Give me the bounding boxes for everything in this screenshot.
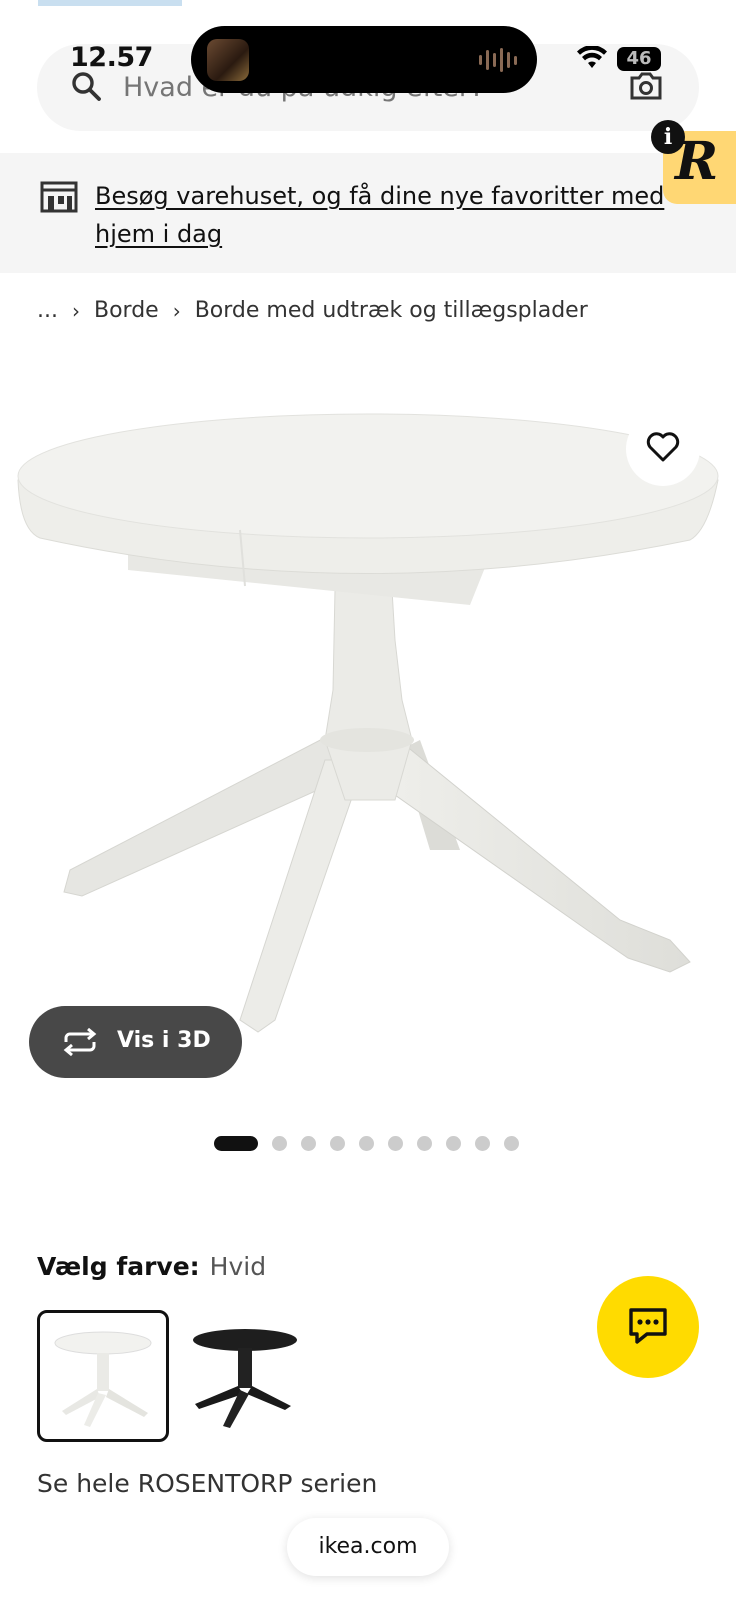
chevron-right-icon: › [172, 298, 181, 323]
breadcrumb-ellipsis[interactable]: ... [37, 298, 58, 323]
view-in-3d-button[interactable]: Vis i 3D [29, 1006, 242, 1078]
info-icon[interactable]: i [651, 120, 685, 154]
carousel-dot[interactable] [446, 1136, 461, 1151]
series-link[interactable]: Se hele ROSENTORP serien [37, 1469, 377, 1498]
carousel-dot[interactable] [504, 1136, 519, 1151]
now-playing-artwork [207, 39, 249, 81]
carousel-dot[interactable] [272, 1136, 287, 1151]
breadcrumb-item-extendable-tables[interactable]: Borde med udtræk og tillægsplader [195, 298, 588, 323]
carousel-dot[interactable] [330, 1136, 345, 1151]
search-icon [70, 70, 102, 106]
chevron-right-icon: › [71, 298, 80, 323]
carousel-dot[interactable] [475, 1136, 490, 1151]
browser-url-pill[interactable]: ikea.com [287, 1518, 449, 1576]
carousel-dot[interactable] [417, 1136, 432, 1151]
camera-icon[interactable] [628, 71, 664, 105]
favorite-button[interactable] [626, 412, 700, 486]
chat-button[interactable] [597, 1276, 699, 1378]
wifi-icon [576, 45, 608, 74]
color-selector-label: Vælg farve: Hvid [37, 1252, 266, 1281]
view-in-3d-label: Vis i 3D [117, 1028, 211, 1053]
status-time: 12.57 [70, 42, 153, 73]
carousel-dot[interactable] [388, 1136, 403, 1151]
audio-waveform-icon [479, 48, 517, 72]
color-swatch-black[interactable] [185, 1310, 311, 1436]
site-logo-strip [38, 0, 182, 6]
carousel-dot[interactable] [301, 1136, 316, 1151]
color-value: Hvid [209, 1252, 267, 1281]
breadcrumb: ... › Borde › Borde med udtræk og tillæg… [37, 298, 588, 323]
banner-link[interactable]: Besøg varehuset, og få dine nye favoritt… [95, 177, 675, 253]
carousel-dot[interactable] [359, 1136, 374, 1151]
breadcrumb-item-borde[interactable]: Borde [94, 298, 159, 323]
dynamic-island [191, 26, 537, 93]
rotate-3d-icon [60, 1027, 100, 1060]
store-icon [40, 181, 78, 217]
battery-indicator: 46 [617, 47, 661, 71]
image-carousel-dots[interactable] [214, 1136, 519, 1151]
store-visit-banner[interactable]: Besøg varehuset, og få dine nye favoritt… [0, 153, 736, 273]
carousel-dot[interactable] [214, 1136, 258, 1151]
color-swatch-white[interactable] [37, 1310, 169, 1442]
color-label: Vælg farve: [37, 1252, 200, 1281]
